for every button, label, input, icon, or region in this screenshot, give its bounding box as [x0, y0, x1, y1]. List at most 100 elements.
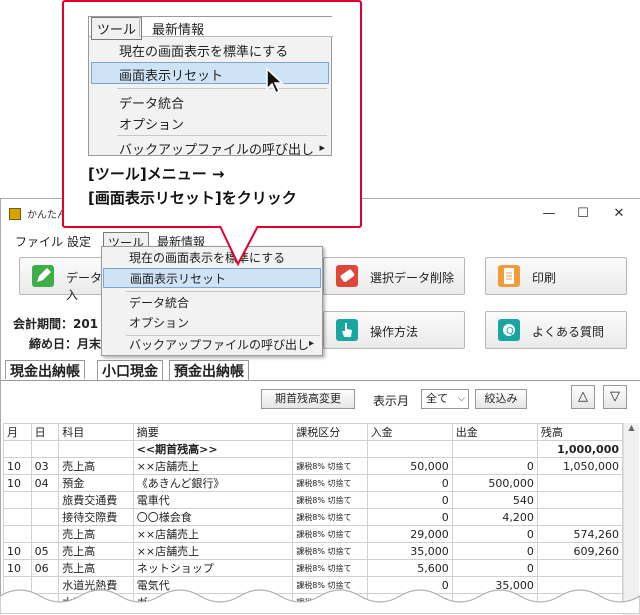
table-cell[interactable]: [536, 508, 624, 526]
table-cell[interactable]: 預金: [58, 474, 134, 492]
menu-item-merge-data[interactable]: データ統合: [103, 293, 321, 313]
table-cell[interactable]: 電車代: [132, 491, 294, 509]
table-cell[interactable]: [536, 491, 624, 509]
table-row[interactable]: 旅費交通費 電車代 課税8% 切捨て 0 540: [3, 491, 624, 509]
table-row[interactable]: 売上高 ××店舗売上 課税8% 切捨て 29,000 0 574,260: [3, 525, 624, 543]
table-cell[interactable]: 0: [451, 457, 538, 475]
table-cell[interactable]: 課税8% 切捨て: [292, 457, 368, 475]
table-cell[interactable]: 10: [3, 457, 32, 475]
table-cell[interactable]: 課税8% 切捨て: [292, 525, 368, 543]
table-cell[interactable]: 03: [30, 457, 60, 475]
zoomed-item-merge-data[interactable]: データ統合: [119, 93, 184, 112]
tab-petty-cash[interactable]: 小口現金: [97, 360, 163, 380]
menu-file[interactable]: ファイル: [11, 232, 67, 251]
table-cell[interactable]: [536, 559, 624, 577]
table-cell[interactable]: 500,000: [451, 474, 538, 492]
table-cell[interactable]: 売上高: [58, 457, 134, 475]
table-row[interactable]: 10 06 売上高 ネットショップ 課税8% 切捨て 5,600 0: [3, 559, 624, 577]
table-cell[interactable]: 609,260: [536, 542, 624, 560]
table-cell[interactable]: 売上高: [58, 559, 134, 577]
table-cell[interactable]: 課税8% 切捨て: [292, 542, 368, 560]
table-row[interactable]: <<期首残高>> 1,000,000: [3, 440, 624, 458]
table-cell[interactable]: 課税8% 切捨て: [292, 508, 368, 526]
table-cell[interactable]: [58, 440, 134, 458]
table-cell[interactable]: 0: [366, 474, 453, 492]
column-header[interactable]: 入金: [366, 423, 453, 441]
table-cell[interactable]: 〇〇様会食: [132, 508, 294, 526]
table-cell[interactable]: 0: [451, 525, 538, 543]
table-row[interactable]: 10 05 売上高 ××店舗売上 課税8% 切捨て 35,000 0 609,260: [3, 542, 624, 560]
table-cell[interactable]: 5,600: [366, 559, 453, 577]
table-cell[interactable]: ××店舗売上: [132, 542, 294, 560]
menu-item-options[interactable]: オプション: [103, 313, 321, 333]
table-cell[interactable]: [30, 508, 60, 526]
zoomed-item-load-backup[interactable]: バックアップファイルの呼び出し: [119, 139, 314, 158]
table-row[interactable]: 接待交際費 〇〇様会食 課税8% 切捨て 0 4,200: [3, 508, 624, 526]
table-cell[interactable]: 4,200: [451, 508, 538, 526]
zoomed-menu-news[interactable]: 最新情報: [147, 18, 209, 39]
menu-settings[interactable]: 設定: [63, 232, 95, 251]
faq-button[interactable]: Q よくある質問: [485, 311, 627, 349]
zoomed-item-reset-highlight[interactable]: 画面表示リセット: [91, 62, 329, 84]
table-cell[interactable]: 540: [451, 491, 538, 509]
close-button[interactable]: ✕: [601, 201, 637, 227]
table-cell[interactable]: 売上高: [58, 542, 134, 560]
table-cell[interactable]: [536, 474, 624, 492]
menu-item-reset-view[interactable]: 画面表示リセット: [103, 268, 321, 288]
table-row[interactable]: 10 04 預金 《あきんど銀行》 課税8% 切捨て 0 500,000: [3, 474, 624, 492]
tab-cash-book[interactable]: 現金出納帳: [5, 360, 85, 380]
minimize-button[interactable]: —: [531, 201, 567, 227]
table-row[interactable]: 10 03 売上高 ××店舗売上 課税8% 切捨て 50,000 0 1,050,000: [3, 457, 624, 475]
table-cell[interactable]: 接待交際費: [58, 508, 134, 526]
scroll-up-arrow-icon[interactable]: ▲: [624, 423, 639, 432]
column-header[interactable]: 科目: [58, 423, 134, 441]
table-cell[interactable]: [3, 525, 32, 543]
move-up-button[interactable]: △: [571, 385, 595, 409]
zoomed-item-set-default-view[interactable]: 現在の画面表示を標準にする: [119, 41, 288, 60]
column-header[interactable]: 月: [3, 423, 32, 441]
maximize-button[interactable]: ☐: [565, 201, 601, 227]
move-down-button[interactable]: ▽: [603, 385, 627, 409]
table-cell[interactable]: 旅費交通費: [58, 491, 134, 509]
table-cell[interactable]: [366, 440, 453, 458]
table-cell[interactable]: 課税8% 切捨て: [292, 491, 368, 509]
column-header[interactable]: 残高: [536, 423, 624, 441]
print-button[interactable]: 印刷: [485, 257, 627, 295]
zoomed-menu-tools[interactable]: ツール: [91, 17, 143, 40]
table-cell[interactable]: ××店舗売上: [132, 457, 294, 475]
table-cell[interactable]: 1,000,000: [536, 440, 624, 458]
table-cell[interactable]: 04: [30, 474, 60, 492]
table-cell[interactable]: 課税8% 切捨て: [292, 559, 368, 577]
table-cell[interactable]: [30, 525, 60, 543]
filter-button[interactable]: 絞込み: [475, 389, 527, 409]
table-cell[interactable]: 10: [3, 559, 32, 577]
table-cell[interactable]: 574,260: [536, 525, 624, 543]
column-header[interactable]: 摘要: [132, 423, 294, 441]
table-cell[interactable]: [30, 440, 60, 458]
table-cell[interactable]: <<期首残高>>: [132, 440, 294, 458]
table-cell[interactable]: 50,000: [366, 457, 453, 475]
table-cell[interactable]: 《あきんど銀行》: [132, 474, 294, 492]
table-cell[interactable]: [292, 440, 368, 458]
menu-item-load-backup[interactable]: バックアップファイルの呼び出し: [103, 335, 321, 355]
table-cell[interactable]: 0: [451, 559, 538, 577]
table-cell[interactable]: 10: [3, 542, 32, 560]
table-cell[interactable]: ネットショップ: [132, 559, 294, 577]
table-cell[interactable]: [3, 440, 32, 458]
table-cell[interactable]: ××店舗売上: [132, 525, 294, 543]
opening-balance-button[interactable]: 期首残高変更: [261, 389, 355, 409]
table-cell[interactable]: 06: [30, 559, 60, 577]
zoomed-item-options[interactable]: オプション: [119, 114, 184, 133]
data-input-button[interactable]: データ入: [19, 257, 109, 302]
table-cell[interactable]: 売上高: [58, 525, 134, 543]
table-cell[interactable]: [451, 440, 538, 458]
column-header[interactable]: 課税区分: [292, 423, 368, 441]
how-to-button[interactable]: 操作方法: [323, 311, 465, 349]
table-cell[interactable]: 0: [366, 491, 453, 509]
table-cell[interactable]: 05: [30, 542, 60, 560]
table-cell[interactable]: [3, 491, 32, 509]
table-cell[interactable]: 課税8% 切捨て: [292, 474, 368, 492]
table-cell[interactable]: [3, 508, 32, 526]
table-cell[interactable]: 0: [451, 542, 538, 560]
tab-deposit-book[interactable]: 預金出納帳: [169, 360, 249, 380]
